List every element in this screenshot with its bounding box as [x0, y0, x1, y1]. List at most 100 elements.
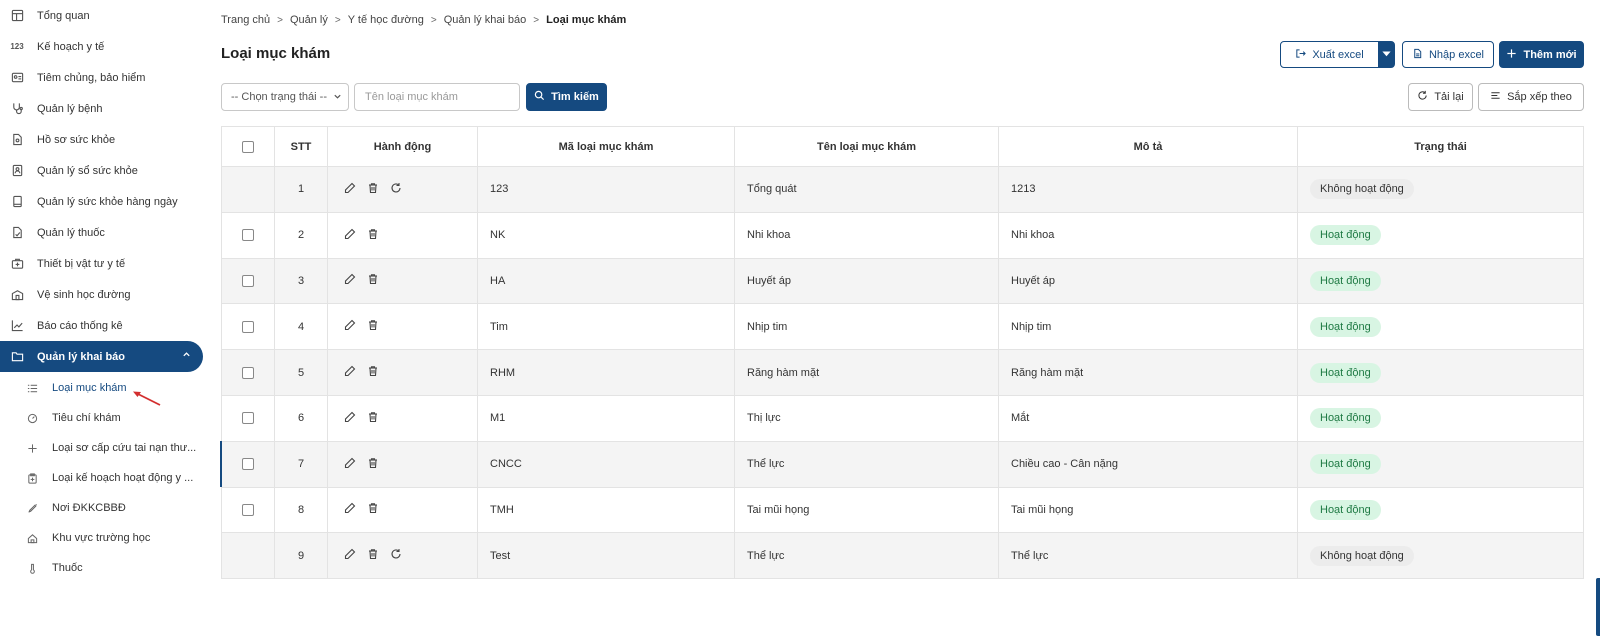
sidebar-item-vaccination[interactable]: Tiêm chủng, bảo hiểm: [0, 62, 210, 93]
sidebar-item-daily-health[interactable]: Quản lý sức khỏe hàng ngày: [0, 186, 210, 217]
sidebar-item-health-plan[interactable]: 123 Kế hoạch y tế: [0, 31, 210, 62]
restore-icon[interactable]: [390, 548, 402, 563]
edit-icon[interactable]: [344, 411, 356, 426]
edit-icon[interactable]: [344, 365, 356, 380]
import-excel-button[interactable]: Nhập excel: [1402, 41, 1494, 68]
row-status-cell: Hoạt động: [1297, 487, 1584, 534]
row-status-cell: Không hoạt động: [1297, 166, 1584, 213]
status-select-value: -- Chọn trạng thái --: [231, 91, 327, 103]
row-checkbox[interactable]: [242, 504, 254, 517]
table-row[interactable]: 2 NK Nhi khoa Nhi khoa Hoạt động: [221, 212, 1584, 259]
search-button[interactable]: Tìm kiếm: [526, 83, 607, 111]
row-checkbox[interactable]: [242, 320, 254, 333]
status-badge: Không hoạt động: [1310, 179, 1414, 200]
sidebar-item-hygiene[interactable]: Vệ sinh học đường: [0, 279, 210, 310]
row-stt: 8: [274, 487, 328, 534]
edit-icon[interactable]: [344, 319, 356, 334]
sidebar-subitem-label: Thuốc: [52, 562, 83, 574]
row-actions: [327, 487, 478, 534]
column-header-status[interactable]: Trạng thái: [1297, 126, 1584, 167]
sidebar-item-disease[interactable]: Quản lý bệnh: [0, 93, 210, 124]
status-select[interactable]: -- Chọn trạng thái --: [221, 83, 349, 111]
column-header-stt[interactable]: STT: [274, 126, 328, 167]
table-header-row: STT Hành động Mã loại mục khám Tên loại …: [221, 126, 1584, 167]
row-status-cell: Không hoạt động: [1297, 532, 1584, 580]
status-badge: Hoạt động: [1310, 316, 1381, 337]
sidebar-subitem-first-aid[interactable]: Loại sơ cấp cứu tai nạn thư...: [0, 433, 210, 463]
row-stt: 2: [274, 212, 328, 259]
sidebar-item-overview[interactable]: Tổng quan: [0, 0, 210, 31]
breadcrumb-school-health[interactable]: Y tế học đường: [348, 14, 424, 26]
row-actions: [327, 303, 478, 351]
table-row[interactable]: 5 RHM Răng hàm mặt Răng hàm mặt Hoạt độn…: [221, 349, 1584, 396]
trash-icon[interactable]: [367, 273, 379, 288]
sidebar-subitem-exam-type[interactable]: Loại mục khám: [0, 373, 210, 403]
search-button-label: Tìm kiếm: [551, 91, 599, 103]
breadcrumb-home[interactable]: Trang chủ: [221, 14, 270, 26]
chevron-up-icon[interactable]: [182, 350, 191, 362]
edit-icon[interactable]: [344, 228, 356, 243]
edit-icon[interactable]: [344, 548, 356, 563]
column-header-code[interactable]: Mã loại mục khám: [477, 126, 735, 167]
table-row[interactable]: 6 M1 Thị lực Mắt Hoạt động: [221, 395, 1584, 442]
sidebar-item-reports[interactable]: Báo cáo thống kê: [0, 310, 210, 341]
edit-icon[interactable]: [344, 502, 356, 517]
reload-button[interactable]: Tải lại: [1408, 83, 1473, 111]
sidebar-item-medicine[interactable]: Quản lý thuốc: [0, 217, 210, 248]
table-row[interactable]: 4 Tim Nhịp tim Nhịp tim Hoạt động: [221, 303, 1584, 351]
trash-icon[interactable]: [367, 182, 379, 197]
edit-icon[interactable]: [344, 273, 356, 288]
sidebar-item-health-book[interactable]: Quản lý sổ sức khỏe: [0, 155, 210, 186]
add-new-button[interactable]: Thêm mới: [1499, 41, 1584, 68]
table-row[interactable]: 8 TMH Tai mũi họng Tai mũi họng Hoạt độn…: [221, 487, 1584, 534]
row-description: Thể lực: [998, 532, 1298, 580]
row-status-cell: Hoạt động: [1297, 349, 1584, 396]
column-header-description[interactable]: Mô tả: [998, 126, 1298, 167]
row-name: Thị lực: [734, 395, 999, 442]
list-icon: [26, 382, 38, 394]
breadcrumb-manage[interactable]: Quản lý: [290, 14, 328, 26]
trash-icon[interactable]: [367, 411, 379, 426]
column-header-name[interactable]: Tên loại mục khám: [734, 126, 999, 167]
row-checkbox[interactable]: [242, 275, 254, 288]
row-checkbox[interactable]: [242, 412, 254, 425]
select-all-checkbox[interactable]: [242, 140, 254, 153]
row-code: Tim: [477, 303, 735, 351]
breadcrumb-declaration[interactable]: Quản lý khai báo: [444, 14, 527, 26]
scrollbar-thumb[interactable]: [1596, 578, 1600, 636]
restore-icon[interactable]: [390, 182, 402, 197]
row-checkbox-cell: [221, 258, 275, 305]
sidebar-item-health-record[interactable]: Hồ sơ sức khỏe: [0, 124, 210, 155]
table-row[interactable]: 7 CNCC Thể lực Chiều cao - Cân nặng Hoạt…: [221, 441, 1584, 488]
row-checkbox-cell: [221, 532, 275, 580]
trash-icon[interactable]: [367, 457, 379, 472]
export-dropdown-button[interactable]: [1378, 41, 1395, 68]
sidebar-subitem-school-area[interactable]: Khu vực trường học: [0, 523, 210, 553]
trash-icon[interactable]: [367, 502, 379, 517]
sidebar-item-declaration[interactable]: Quản lý khai báo: [0, 341, 203, 372]
edit-icon[interactable]: [344, 182, 356, 197]
table-row[interactable]: 9 Test Thể lực Thể lực Không hoạt động: [221, 532, 1584, 580]
trash-icon[interactable]: [367, 319, 379, 334]
export-excel-button[interactable]: Xuất excel: [1280, 41, 1379, 68]
sidebar-subitem-medicine[interactable]: Thuốc: [0, 553, 210, 583]
row-checkbox[interactable]: [242, 458, 254, 471]
exam-type-name-input[interactable]: [354, 83, 520, 111]
table-row[interactable]: 3 HA Huyết áp Huyết áp Hoạt động: [221, 258, 1584, 305]
row-code: HA: [477, 258, 735, 305]
row-checkbox[interactable]: [242, 366, 254, 379]
sidebar-subitem-exam-criteria[interactable]: Tiêu chí khám: [0, 403, 210, 433]
sidebar-item-equipment[interactable]: Thiết bị vật tư y tế: [0, 248, 210, 279]
trash-icon[interactable]: [367, 365, 379, 380]
row-checkbox[interactable]: [242, 229, 254, 242]
trash-icon[interactable]: [367, 548, 379, 563]
sort-by-button[interactable]: Sắp xếp theo: [1478, 83, 1584, 111]
table-row[interactable]: 1 123 Tổng quát 1213 Không hoạt động: [221, 166, 1584, 213]
trash-icon[interactable]: [367, 228, 379, 243]
row-checkbox-cell: [221, 303, 275, 351]
sidebar-subitem-registration-place[interactable]: Nơi ĐKKCBBĐ: [0, 493, 210, 523]
row-name: Thể lực: [734, 441, 999, 488]
sidebar-subitem-activity-plan[interactable]: Loại kế hoạch hoạt động y ...: [0, 463, 210, 493]
edit-icon[interactable]: [344, 457, 356, 472]
column-header-actions: Hành động: [327, 126, 478, 167]
